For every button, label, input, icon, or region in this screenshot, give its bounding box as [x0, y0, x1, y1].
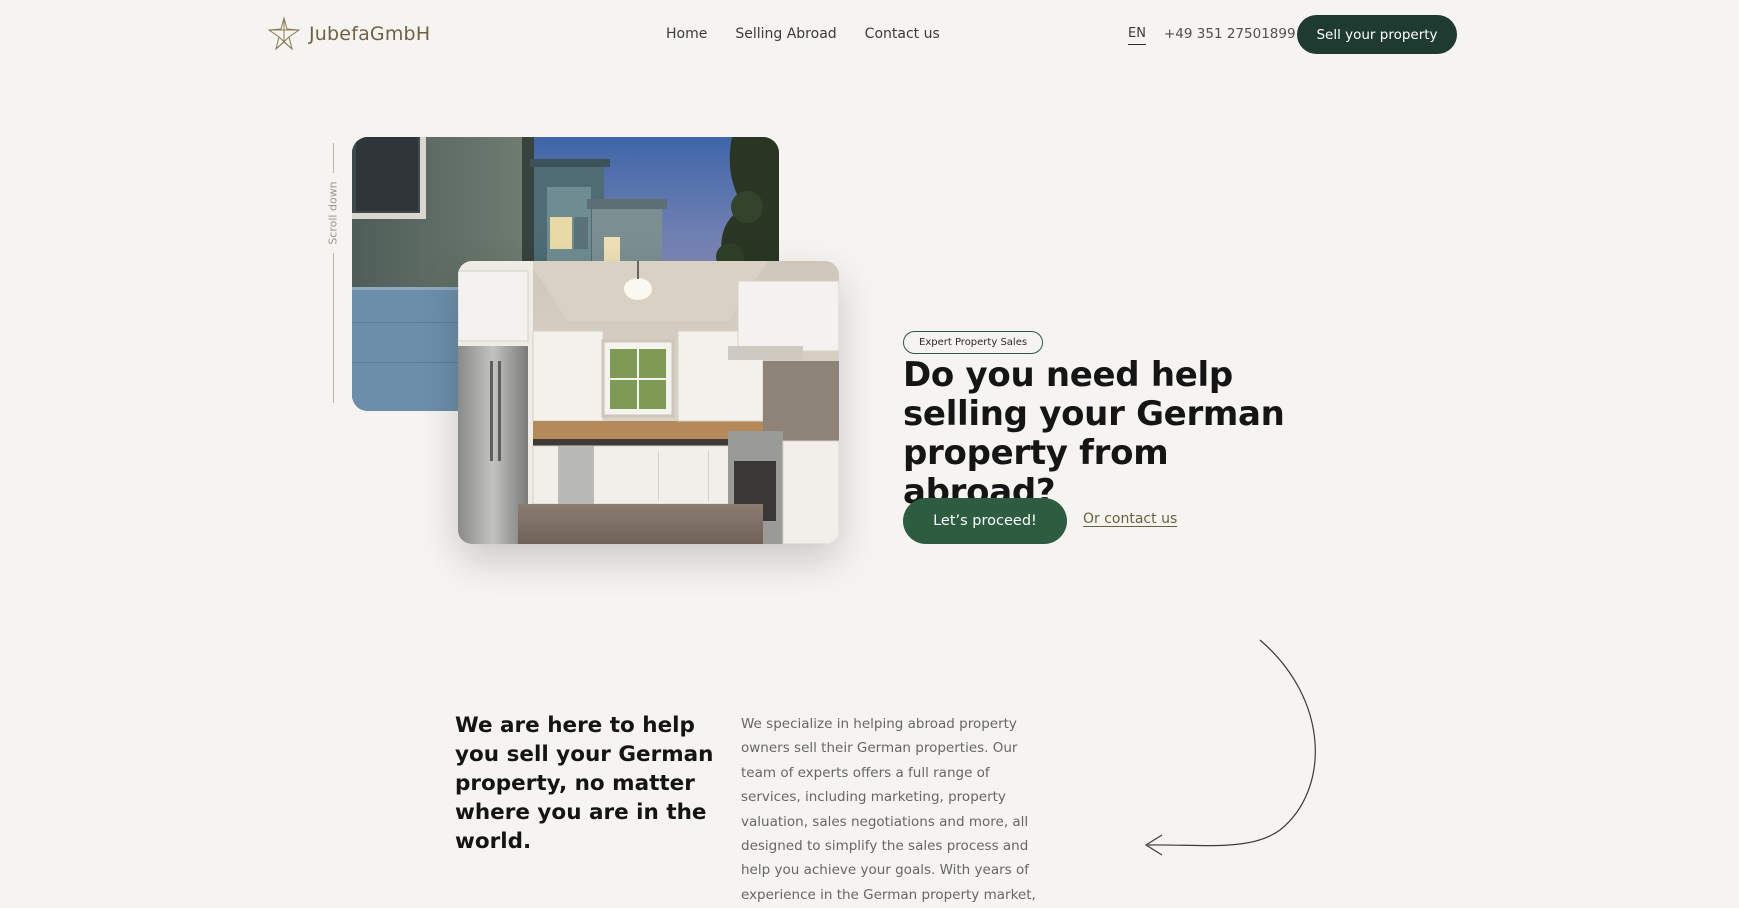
contact-us-link[interactable]: Or contact us [1083, 511, 1177, 527]
nav-selling-abroad[interactable]: Selling Abroad [735, 26, 836, 42]
nav-home[interactable]: Home [666, 26, 707, 42]
phone-link[interactable]: +49 351 27501899 [1164, 26, 1296, 42]
scroll-line-top [333, 143, 334, 173]
sell-property-button[interactable]: Sell your property [1297, 15, 1457, 54]
expert-badge: Expert Property Sales [903, 331, 1044, 354]
scroll-down-label[interactable]: Scroll down [327, 181, 340, 244]
language-switcher[interactable]: EN [1128, 26, 1146, 45]
page: JubefaGmbH Home Selling Abroad Contact u… [0, 0, 1739, 908]
curved-arrow-left-icon [1144, 639, 1316, 856]
proceed-button[interactable]: Let’s proceed! [903, 498, 1067, 544]
logo-text: JubefaGmbH [309, 23, 431, 45]
kitchen-interior-image [458, 261, 839, 544]
about-title: We are here to help you sell your German… [455, 713, 714, 854]
logo-icon [266, 16, 302, 52]
logo-link[interactable]: JubefaGmbH [266, 16, 430, 52]
nav-contact-us[interactable]: Contact us [865, 26, 940, 42]
scroll-line-bottom [333, 253, 334, 403]
about-text: We specialize in helping abroad property… [741, 716, 1036, 903]
hero-title: Do you need help selling your German pro… [903, 355, 1285, 512]
main-nav: Home Selling Abroad Contact us [666, 26, 940, 42]
